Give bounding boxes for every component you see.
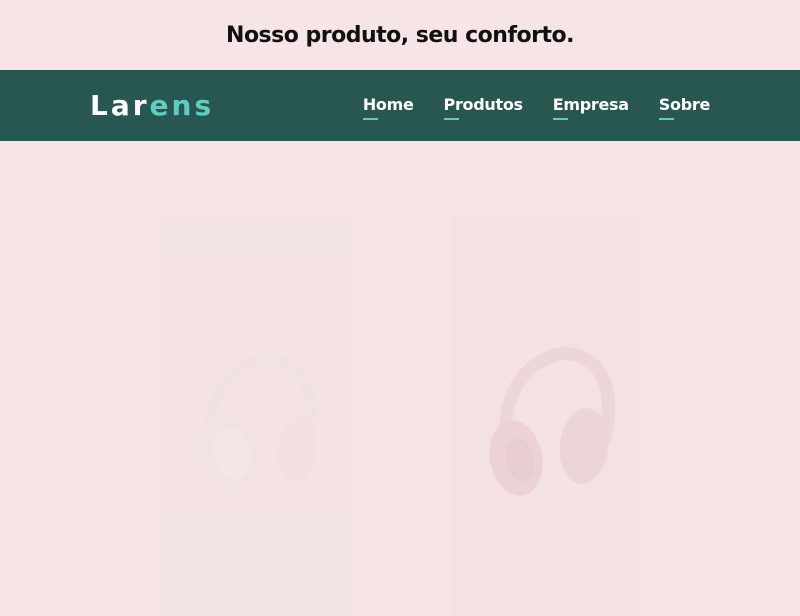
nav-sobre-link[interactable]: Sobre — [658, 94, 710, 120]
product-card[interactable] — [450, 216, 640, 616]
nav-produtos-link[interactable]: Produtos — [443, 94, 523, 120]
main-nav: Home Produtos Empresa Sobre — [362, 94, 710, 120]
page-tagline: Nosso produto, seu conforto. — [226, 22, 574, 48]
nav-home-link[interactable]: Home — [362, 94, 414, 120]
navbar: Larens Home Produtos Empresa Sobre — [0, 70, 800, 141]
top-banner: Nosso produto, seu conforto. — [0, 0, 800, 70]
nav-empresa-link[interactable]: Empresa — [552, 94, 629, 120]
brand-logo[interactable]: Larens — [90, 88, 214, 124]
logo-accent-text: ens — [149, 89, 215, 122]
logo-main-text: Lar — [90, 89, 150, 122]
products-section — [0, 141, 800, 616]
headphones-image — [197, 353, 320, 494]
headphones-image — [489, 347, 615, 496]
product-card[interactable] — [160, 216, 350, 616]
